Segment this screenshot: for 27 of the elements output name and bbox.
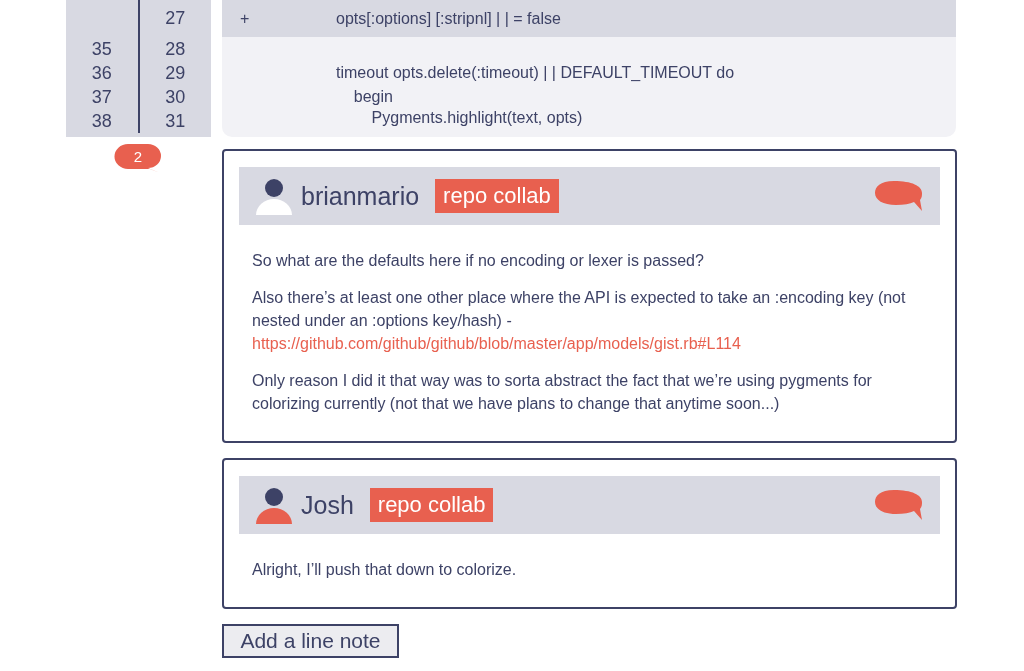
code-line: timeout opts.delete(:timeout) | | DEFAULT_TIMEOUT do — [336, 64, 735, 82]
speech-bubble-icon[interactable] — [874, 489, 924, 521]
author-name[interactable]: Josh — [301, 490, 354, 520]
code-line: opts[:options] [:stripnl] | | = false — [336, 9, 561, 28]
line-number: 28 — [164, 38, 187, 61]
role-badge: repo collab — [435, 179, 559, 213]
line-number: 38 — [66, 109, 140, 133]
line-number: 35 — [66, 37, 140, 61]
line-number: 29 — [164, 62, 187, 85]
comment-text: Only reason I did it that way was to sorta abstract the fact that we’re using pygments for colorizing currently (not that we have plans to change that anytime soon...) — [252, 371, 873, 414]
line-number: 30 — [164, 86, 187, 109]
comment-text: So what are the defaults here if no encoding or lexer is passed? — [252, 251, 705, 271]
add-line-note-button[interactable]: Add a line note — [222, 624, 399, 658]
line-number: 37 — [66, 85, 140, 109]
diff-marker: + — [239, 9, 251, 28]
comment-count-badge: 2 — [114, 143, 162, 173]
comment-text: Also there’s at least one other place where the API is expected to take an :encoding key (not nested under an :options key/hash) - https://github.com/github/github/blob/master/app/models/gist.rb#L114 — [252, 288, 907, 354]
line-number: 27 — [164, 7, 187, 30]
link[interactable]: https://github.com/github/github/blob/master/app/models/gist.rb#L114 — [252, 335, 741, 352]
role-badge: repo collab — [369, 488, 494, 522]
code-line: begin — [352, 88, 393, 106]
line-number: 31 — [164, 110, 187, 133]
line-number: 36 — [66, 61, 140, 85]
comment-text: Alright, I’ll push that down to colorize. — [252, 560, 518, 580]
author-name[interactable]: brianmario — [301, 181, 420, 211]
code-line: Pygments.highlight(text, opts) — [370, 109, 583, 127]
speech-bubble-icon[interactable] — [874, 180, 924, 212]
